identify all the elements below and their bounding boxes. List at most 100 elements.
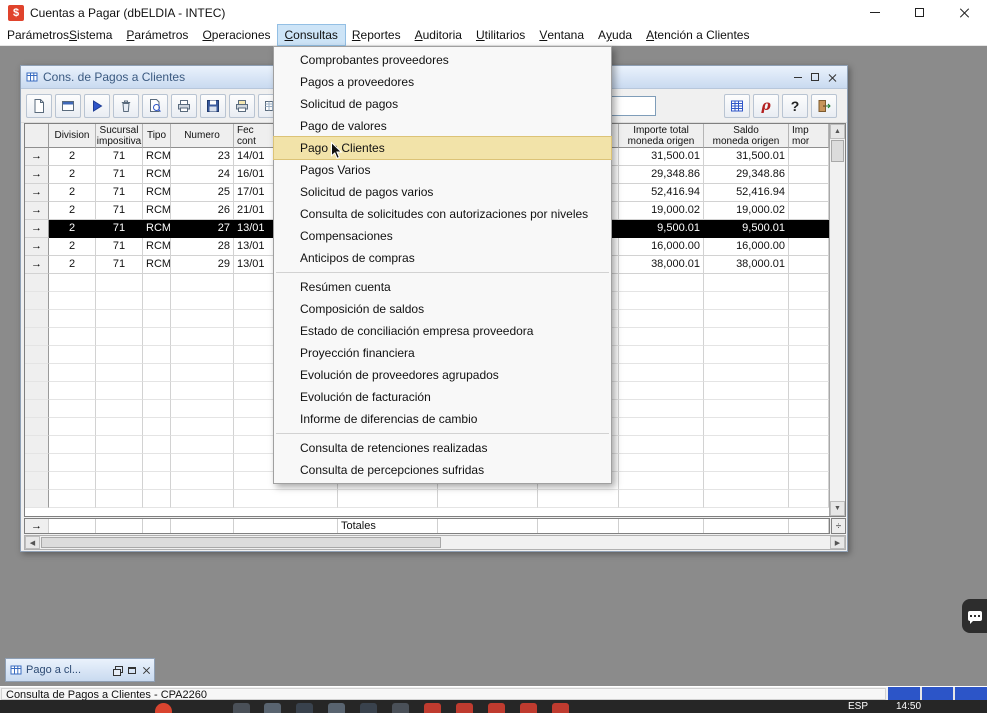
grid-empty-row: [25, 490, 829, 508]
menu-ventana[interactable]: Ventana: [532, 25, 591, 45]
preview-button[interactable]: [142, 94, 168, 118]
column-header-saldo[interactable]: Saldo moneda origen: [704, 124, 789, 148]
exit-button[interactable]: [811, 94, 837, 118]
minimize-button[interactable]: [852, 0, 897, 25]
grid-vscrollbar[interactable]: ▲ ▼: [829, 124, 845, 516]
child-maximize-button[interactable]: [811, 73, 819, 81]
taskbar-clock[interactable]: 14:50: [896, 700, 921, 713]
menu-item-compensaciones[interactable]: Compensaciones: [274, 225, 611, 247]
taskbar-icon[interactable]: [456, 703, 473, 713]
cell-tipo: [143, 436, 171, 454]
menu-item-comprobantes-proveedores[interactable]: Comprobantes proveedores: [274, 49, 611, 71]
column-header-sucursal[interactable]: Sucursal impositiva: [96, 124, 143, 148]
taskbar-icon[interactable]: [360, 703, 377, 713]
child-close-button[interactable]: [828, 73, 837, 82]
scroll-right-icon[interactable]: ▶: [830, 536, 845, 549]
print-button[interactable]: [171, 94, 197, 118]
scroll-left-icon[interactable]: ◀: [25, 536, 40, 549]
menu-ayuda[interactable]: Ayuda: [591, 25, 639, 45]
menu-item-anticipos-de-compras[interactable]: Anticipos de compras: [274, 247, 611, 269]
row-indicator-icon: [25, 346, 49, 364]
cell-division: [49, 274, 96, 292]
taskbar-icon[interactable]: [520, 703, 537, 713]
taskbar-icon[interactable]: [392, 703, 409, 713]
cell-numero: 23: [171, 148, 234, 166]
column-header-tipo[interactable]: Tipo: [143, 124, 171, 148]
column-header-numero[interactable]: Numero: [171, 124, 234, 148]
menu-operaciones[interactable]: Operaciones: [195, 25, 277, 45]
row-divider-spinner[interactable]: ÷: [831, 518, 846, 534]
help-button[interactable]: ?: [782, 94, 808, 118]
menu-item-pagos-a-proveedores[interactable]: Pagos a proveedores: [274, 71, 611, 93]
vscroll-thumb[interactable]: [831, 140, 844, 162]
column-header-impmor[interactable]: Imp mor: [789, 124, 829, 148]
cell-division: [49, 364, 96, 382]
taskbar-icon[interactable]: [552, 703, 569, 713]
hscroll-thumb[interactable]: [41, 537, 441, 548]
maximize-button[interactable]: [128, 667, 136, 674]
cell-numero: [171, 418, 234, 436]
new-doc-icon: [31, 98, 47, 114]
menu-item-solicitud-de-pagos-varios[interactable]: Solicitud de pagos varios: [274, 181, 611, 203]
menu-item-consulta-de-solicitudes-con-autorizaciones-por-niveles[interactable]: Consulta de solicitudes con autorizacion…: [274, 203, 611, 225]
taskbar-icon[interactable]: [233, 703, 250, 713]
close-button[interactable]: [942, 0, 987, 25]
taskbar-icon[interactable]: [264, 703, 281, 713]
menu-item-solicitud-de-pagos[interactable]: Solicitud de pagos: [274, 93, 611, 115]
close-button[interactable]: [142, 666, 150, 674]
minimized-window-pago[interactable]: Pago a cl...: [5, 658, 155, 682]
taskbar-icon[interactable]: [328, 703, 345, 713]
cell-saldo: 52,416.94: [704, 184, 789, 202]
taskbar-icon[interactable]: [488, 703, 505, 713]
menu-utilitarios[interactable]: Utilitarios: [469, 25, 532, 45]
scroll-up-icon[interactable]: ▲: [830, 124, 845, 139]
menu-item-consulta-de-percepciones-sufridas[interactable]: Consulta de percepciones sufridas: [274, 459, 611, 481]
column-header-division[interactable]: Division: [49, 124, 96, 148]
cell-importe: 29,348.86: [619, 166, 704, 184]
taskbar-language[interactable]: ESP: [848, 700, 868, 713]
cell-sucursal: [96, 292, 143, 310]
menu-parametros[interactable]: Parámetros: [119, 25, 195, 45]
table-button[interactable]: [724, 94, 750, 118]
floating-chat-button[interactable]: [962, 599, 987, 633]
menu-parametros-sistema[interactable]: Parámetros Sistema: [0, 25, 119, 45]
child-minimize-button[interactable]: [794, 77, 802, 78]
window-controls: [852, 0, 987, 25]
column-header-importe[interactable]: Importe total moneda origen: [619, 124, 704, 148]
save-button[interactable]: [200, 94, 226, 118]
row-indicator-icon: →: [25, 256, 49, 274]
scroll-down-icon[interactable]: ▼: [830, 501, 845, 516]
menu-item-proyeccion-financiera[interactable]: Proyección financiera: [274, 342, 611, 364]
taskbar-icon[interactable]: [296, 703, 313, 713]
restore-button[interactable]: [113, 666, 122, 675]
new-button[interactable]: [26, 94, 52, 118]
menu-auditoria[interactable]: Auditoria: [408, 25, 469, 45]
cell-impmor: [789, 256, 829, 274]
cell-saldo: [704, 346, 789, 364]
rho-button[interactable]: ρ: [753, 94, 779, 118]
menu-reportes[interactable]: Reportes: [345, 25, 408, 45]
menu-item-estado-de-conciliacion-empresa-proveedora[interactable]: Estado de conciliación empresa proveedor…: [274, 320, 611, 342]
print-form-button[interactable]: [229, 94, 255, 118]
menu-item-evolucion-de-proveedores-agrupados[interactable]: Evolución de proveedores agrupados: [274, 364, 611, 386]
menu-item-evolucion-de-facturacion[interactable]: Evolución de facturación: [274, 386, 611, 408]
menu-item-informe-de-diferencias-de-cambio[interactable]: Informe de diferencias de cambio: [274, 408, 611, 430]
open-window-button[interactable]: [55, 94, 81, 118]
taskbar-icon[interactable]: [424, 703, 441, 713]
cell-importe: [619, 418, 704, 436]
help-icon: ?: [791, 99, 800, 113]
grid-hscrollbar[interactable]: ◀ ▶: [24, 535, 846, 550]
menu-item-pago-a-clientes[interactable]: Pago a Clientes: [274, 137, 611, 159]
menu-item-pagos-varios[interactable]: Pagos Varios: [274, 159, 611, 181]
maximize-button[interactable]: [897, 0, 942, 25]
menu-atencion-a-clientes[interactable]: Atención a Clientes: [639, 25, 756, 45]
delete-button[interactable]: [113, 94, 139, 118]
taskbar-icon[interactable]: [155, 703, 172, 713]
menu-item-consulta-de-retenciones-realizadas[interactable]: Consulta de retenciones realizadas: [274, 437, 611, 459]
menu-item-resumen-cuenta[interactable]: Resúmen cuenta: [274, 276, 611, 298]
menu-item-pago-de-valores[interactable]: Pago de valores: [274, 115, 611, 137]
cell-tipo: [143, 310, 171, 328]
run-button[interactable]: [84, 94, 110, 118]
menu-consultas[interactable]: Consultas: [278, 25, 345, 45]
menu-item-composicion-de-saldos[interactable]: Composición de saldos: [274, 298, 611, 320]
